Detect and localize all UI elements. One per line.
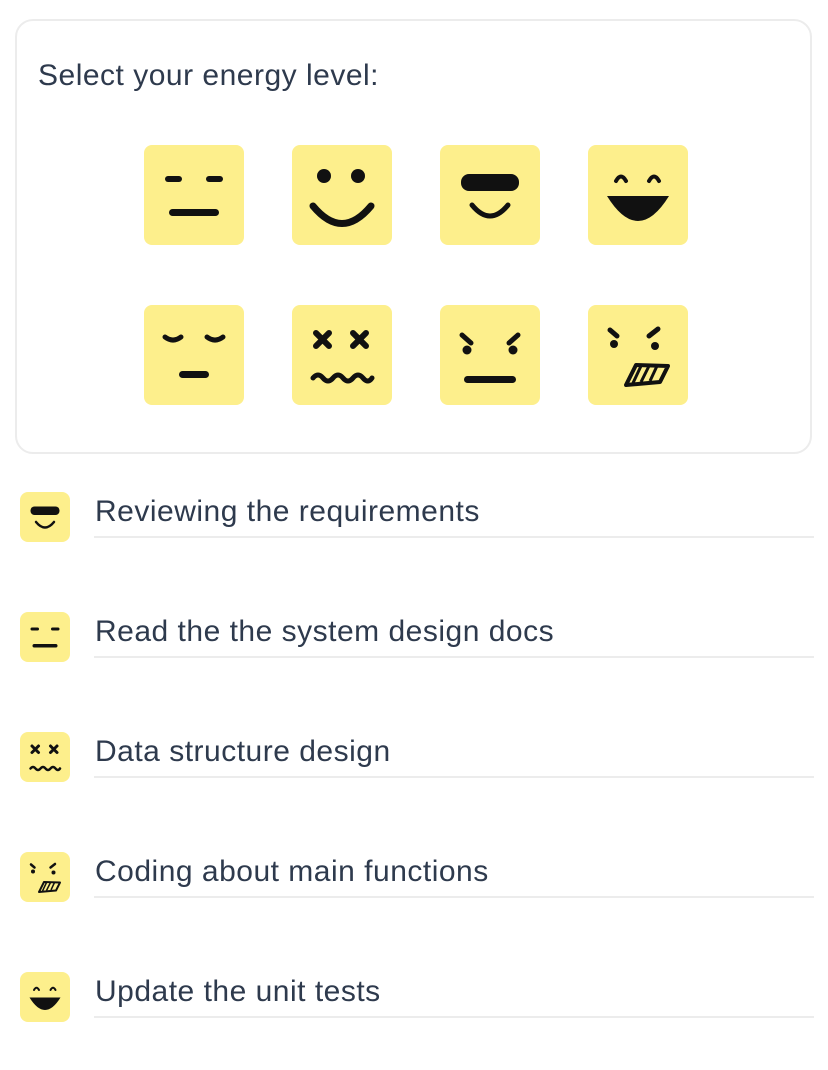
task-text-input[interactable] xyxy=(94,612,814,658)
angry-grimace-face-icon xyxy=(588,305,688,405)
energy-option-sunglasses[interactable] xyxy=(440,145,540,245)
energy-option-grinning[interactable] xyxy=(588,145,688,245)
task-energy-button[interactable] xyxy=(20,852,70,902)
energy-option-determined[interactable] xyxy=(440,305,540,405)
task-energy-button[interactable] xyxy=(20,492,70,542)
task-energy-button[interactable] xyxy=(20,732,70,782)
energy-option-smiling[interactable] xyxy=(292,145,392,245)
energy-option-neutral[interactable] xyxy=(144,145,244,245)
energy-level-panel: Select your energy level: xyxy=(15,19,812,454)
neutral-face-icon xyxy=(144,145,244,245)
task-row xyxy=(20,850,814,970)
task-text-input[interactable] xyxy=(94,732,814,778)
energy-option-angry-grimace[interactable] xyxy=(588,305,688,405)
neutral-face-icon xyxy=(20,612,70,662)
smiling-face-icon xyxy=(292,145,392,245)
determined-face-icon xyxy=(440,305,540,405)
task-text-input[interactable] xyxy=(94,852,814,898)
task-row xyxy=(20,610,814,730)
grinning-face-icon xyxy=(20,972,70,1022)
energy-face-grid xyxy=(144,145,688,405)
task-energy-button[interactable] xyxy=(20,612,70,662)
task-row xyxy=(20,970,814,1070)
energy-option-sleepy[interactable] xyxy=(144,305,244,405)
task-text-input[interactable] xyxy=(94,972,814,1018)
dizzy-face-icon xyxy=(292,305,392,405)
task-list xyxy=(20,490,814,1070)
task-text-input[interactable] xyxy=(94,492,814,538)
task-row xyxy=(20,730,814,850)
sunglasses-face-icon xyxy=(20,492,70,542)
task-row xyxy=(20,490,814,610)
sleepy-face-icon xyxy=(144,305,244,405)
energy-option-dizzy[interactable] xyxy=(292,305,392,405)
angry-grimace-face-icon xyxy=(20,852,70,902)
dizzy-face-icon xyxy=(20,732,70,782)
task-energy-button[interactable] xyxy=(20,972,70,1022)
grinning-face-icon xyxy=(588,145,688,245)
energy-level-title: Select your energy level: xyxy=(38,59,380,92)
sunglasses-face-icon xyxy=(440,145,540,245)
